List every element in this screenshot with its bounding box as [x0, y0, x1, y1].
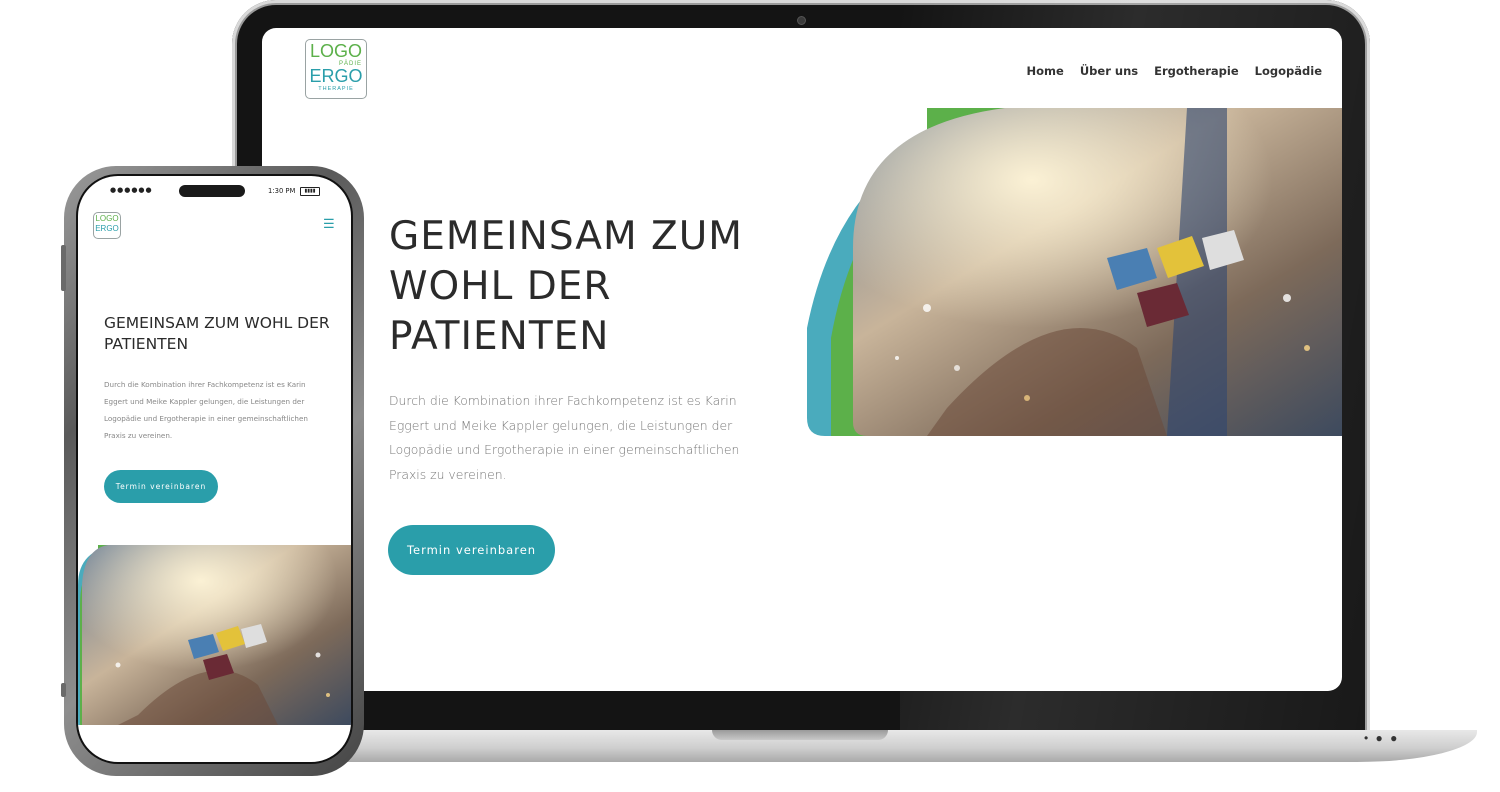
- phone-side-button: [61, 683, 66, 697]
- logo-line-ergo: ERGO: [95, 224, 119, 233]
- hero-puzzle-image-mobile: [78, 545, 351, 725]
- hero-title: GEMEINSAM ZUM WOHL DER PATIENTEN: [389, 214, 743, 359]
- site-logo-mobile[interactable]: LOGO ERGO: [93, 212, 121, 239]
- hero-title-mobile: GEMEINSAM ZUM WOHL DER PATIENTEN: [104, 314, 330, 353]
- nav-home[interactable]: Home: [1027, 64, 1064, 78]
- signal-icon: ●●●●●●: [110, 186, 153, 194]
- hero-description-mobile: Durch die Kombination ihrer Fachkompeten…: [104, 380, 308, 440]
- status-time: 1:30 PM: [268, 187, 296, 195]
- phone-speaker: [179, 185, 245, 197]
- logo-line-logo: LOGO: [309, 41, 362, 61]
- laptop-camera: [797, 16, 806, 25]
- hero-puzzle-image: [807, 108, 1342, 436]
- phone-volume-button: [61, 245, 66, 291]
- phone-screen: ●●●●●● 1:30 PM ▮▮▮▮ LOGO ERGO ☰ GEMEINSA…: [78, 176, 351, 762]
- logo-line-logo: LOGO: [95, 214, 119, 223]
- hero-description: Durch die Kombination ihrer Fachkompeten…: [389, 393, 740, 482]
- laptop-notch: [712, 730, 888, 740]
- logo-line-ergo: ERGO: [309, 66, 363, 86]
- laptop-screen: LOGO PÄDIE ERGO THERAPIE Home Über uns E…: [262, 28, 1342, 691]
- laptop-indicator-lights: • ● ●: [1364, 731, 1400, 745]
- nav-logopaedie[interactable]: Logopädie: [1255, 64, 1322, 78]
- site-logo[interactable]: LOGO PÄDIE ERGO THERAPIE: [305, 39, 367, 99]
- hamburger-menu-icon[interactable]: ☰: [323, 216, 335, 232]
- main-navigation: Home Über uns Ergotherapie Logopädie: [1027, 64, 1322, 78]
- book-appointment-button-mobile[interactable]: Termin vereinbaren: [104, 470, 218, 503]
- battery-icon: ▮▮▮▮: [300, 187, 320, 196]
- logo-sub-therapie: THERAPIE: [318, 86, 354, 92]
- phone-status-bar: ●●●●●● 1:30 PM ▮▮▮▮: [78, 176, 351, 206]
- nav-ergotherapie[interactable]: Ergotherapie: [1154, 64, 1239, 78]
- nav-ueber-uns[interactable]: Über uns: [1080, 64, 1138, 78]
- book-appointment-button[interactable]: Termin vereinbaren: [388, 525, 555, 575]
